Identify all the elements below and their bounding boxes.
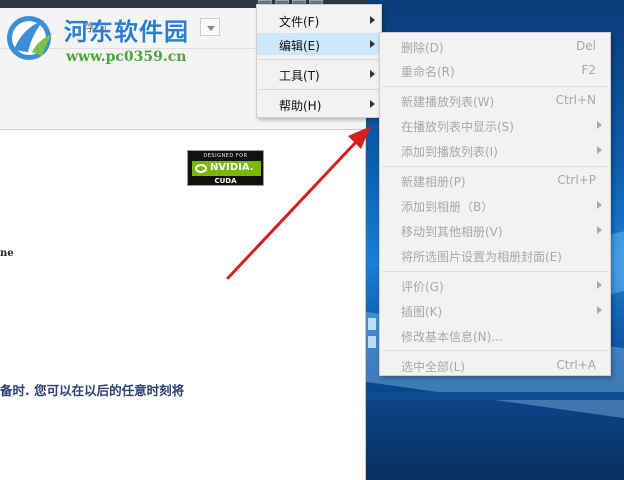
menu-item-move-to-album[interactable]: 移动到其他相册(V) [380, 218, 610, 242]
notice-text: 备时. 您可以在以后的任意时刻将 [0, 383, 185, 398]
menu-divider [382, 271, 608, 272]
submenu-arrow-icon [370, 100, 375, 108]
menu-item-label: 重命名(R) [401, 65, 455, 79]
menu-item-label: 工具(T) [279, 69, 320, 83]
menu-item-label: 帮助(H) [279, 99, 322, 113]
menu-item-tools[interactable]: 工具(T) [257, 63, 381, 85]
submenu-arrow-icon [597, 121, 602, 129]
menu-item-label: 删除(D) [401, 41, 444, 55]
menu-item-label: 添加到播放列表(I) [401, 145, 498, 159]
wallpaper-window-pane [368, 336, 376, 348]
menu-item-new-album[interactable]: 新建相册(P) Ctrl+P [380, 168, 610, 192]
menu-item-shortcut: F2 [581, 63, 596, 77]
menu-item-edit[interactable]: 编辑(E) [257, 33, 381, 55]
watermark-title: 河东软件园 [64, 17, 189, 46]
edit-submenu: 删除(D) Del 重命名(R) F2 新建播放列表(W) Ctrl+N 在播放… [379, 32, 611, 376]
menu-item-edit-info[interactable]: 修改基本信息(N)... [380, 323, 610, 347]
menu-item-illustration[interactable]: 插图(K) [380, 298, 610, 322]
menu-item-label: 添加到相册（B） [401, 200, 494, 214]
submenu-arrow-icon [370, 70, 375, 78]
submenu-arrow-icon [597, 306, 602, 314]
menu-item-label: 选中全部(L) [401, 360, 466, 374]
submenu-arrow-icon [597, 146, 602, 154]
menu-item-select-all[interactable]: 选中全部(L) Ctrl+A [380, 353, 610, 377]
menu-item-label: 新建相册(P) [401, 175, 466, 189]
menu-item-label: 移动到其他相册(V) [401, 225, 503, 239]
menu-item-file[interactable]: 文件(F) [257, 9, 381, 31]
menu-item-show-in-playlist[interactable]: 在播放列表中显示(S) [380, 113, 610, 137]
menu-item-add-to-album[interactable]: 添加到相册（B） [380, 193, 610, 217]
menu-divider [259, 59, 379, 60]
watermark-logo-icon [7, 16, 52, 60]
submenu-arrow-icon [370, 40, 375, 48]
menu-item-shortcut: Del [576, 39, 596, 53]
toolbar-dropdown-button[interactable] [200, 18, 220, 36]
content-fragment: ne [0, 248, 14, 259]
menu-item-label: 将所选图片设置为相册封面(E) [401, 250, 562, 264]
menu-item-shortcut: Ctrl+N [555, 93, 596, 107]
menu-item-label: 修改基本信息(N)... [401, 330, 503, 344]
watermark-url: www.pc0359.cn [66, 49, 187, 65]
menu-item-shortcut: Ctrl+A [556, 358, 596, 372]
submenu-arrow-icon [597, 226, 602, 234]
menu-item-label: 文件(F) [279, 15, 320, 29]
menu-item-label: 插图(K) [401, 305, 443, 319]
submenu-arrow-icon [597, 201, 602, 209]
menu-item-rating[interactable]: 评价(G) [380, 273, 610, 297]
menu-item-add-to-playlist[interactable]: 添加到播放列表(I) [380, 138, 610, 162]
menu-item-help[interactable]: 帮助(H) [257, 93, 381, 115]
submenu-arrow-icon [370, 16, 375, 24]
menu-item-label: 评价(G) [401, 280, 444, 294]
menu-item-new-playlist[interactable]: 新建播放列表(W) Ctrl+N [380, 88, 610, 112]
menu-item-label: 新建播放列表(W) [401, 95, 495, 109]
badge-bottom-text: CUDA [214, 177, 237, 185]
submenu-arrow-icon [597, 281, 602, 289]
menu-item-label: 编辑(E) [279, 39, 320, 53]
badge-brand-bar: NVIDIA. [192, 161, 261, 176]
nvidia-cuda-badge: DESIGNED FOR NVIDIA. CUDA [187, 150, 264, 186]
wallpaper-band [366, 392, 624, 400]
menu-divider [382, 350, 608, 351]
menu-item-rename[interactable]: 重命名(R) F2 [380, 58, 610, 82]
wallpaper-window-pane [368, 318, 376, 330]
badge-top-text: DESIGNED FOR [203, 153, 248, 159]
menu-item-label: 在播放列表中显示(S) [401, 120, 514, 134]
menu-item-delete[interactable]: 删除(D) Del [380, 34, 610, 58]
menu-divider [259, 89, 379, 90]
main-menu: 文件(F) 编辑(E) 工具(T) 帮助(H) [256, 4, 382, 118]
badge-brand: NVIDIA. [210, 162, 254, 173]
menu-divider [382, 86, 608, 87]
menu-divider [382, 166, 608, 167]
menu-item-set-album-cover[interactable]: 将所选图片设置为相册封面(E) [380, 243, 610, 267]
menu-item-shortcut: Ctrl+P [557, 173, 596, 187]
nvidia-eye-icon [195, 164, 207, 173]
